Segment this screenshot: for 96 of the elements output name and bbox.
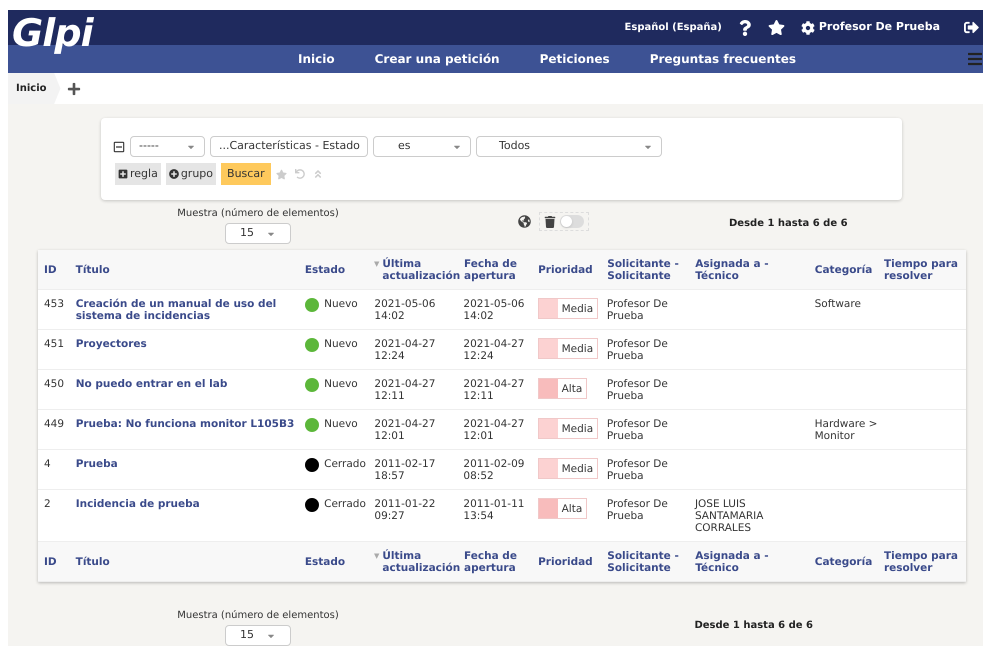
ticket-link[interactable]: Incidencia de prueba [76, 498, 302, 510]
column-header[interactable]: Título [76, 264, 110, 276]
status-text: Nuevo [324, 298, 358, 310]
link-select[interactable]: ----- [130, 136, 205, 157]
priority-label: Media [560, 302, 594, 316]
table-cell: 2011-02-17 18:57 [374, 458, 436, 482]
table-cell: 451 [44, 338, 64, 350]
breadcrumb-item[interactable]: Inicio [8, 73, 60, 104]
column-header[interactable]: Prioridad [538, 556, 593, 568]
table-cell: 2011-01-22 09:27 [374, 498, 436, 522]
operator-select[interactable]: es [373, 136, 471, 157]
page-size-label: Muestra (número de elementos) [177, 609, 339, 623]
column-header[interactable]: Solicitante - Solicitante [607, 258, 692, 282]
add-button[interactable]: regla [115, 163, 161, 185]
table-cell: 2021-04-27 12:01 [374, 418, 436, 442]
column-header[interactable]: Estado [304, 264, 346, 276]
toggle-switch[interactable] [560, 215, 584, 228]
table-cell: 2021-04-27 12:11 [463, 378, 524, 402]
table-cell: JOSE LUIS SANTAMARIA CORRALES [694, 498, 764, 534]
ticket-link[interactable]: Proyectores [76, 338, 302, 350]
star-icon[interactable] [768, 19, 785, 36]
column-header[interactable]: Estado [304, 556, 346, 568]
trash-icon[interactable] [544, 216, 556, 228]
table-cell: 2 [44, 498, 51, 510]
nav-item[interactable]: Preguntas frecuentes [630, 50, 816, 68]
table-cell: Profesor De Prueba [606, 338, 668, 362]
table-cell: 2021-05-06 14:02 [374, 298, 436, 322]
priority-label: Alta [560, 502, 584, 516]
settings-icon[interactable] [800, 20, 815, 34]
column-header[interactable]: Categoría [814, 556, 872, 568]
page-size-label: Muestra (número de elementos) [177, 207, 339, 221]
column-header[interactable]: Tiempo para resolver [884, 550, 960, 574]
field-select[interactable]: ...Características - Estado [210, 136, 368, 157]
page-size-select[interactable]: 15 [225, 625, 291, 646]
table-cell: Software [814, 298, 861, 310]
column-header[interactable]: Título [76, 556, 110, 568]
search-button[interactable]: Buscar [221, 163, 271, 185]
table-cell: Profesor De Prueba [606, 498, 668, 522]
column-header[interactable]: Última actualización [382, 258, 460, 282]
globe-icon[interactable] [518, 215, 531, 228]
status-text: Cerrado [324, 498, 366, 510]
column-header[interactable]: Categoría [814, 264, 872, 276]
add-icon[interactable] [66, 82, 80, 96]
table-cell: 2021-04-27 12:01 [463, 418, 524, 442]
collapse-icon[interactable] [113, 140, 125, 152]
table-cell: Profesor De Prueba [606, 298, 668, 322]
table-cell: 2021-04-27 12:24 [463, 338, 524, 362]
ticket-link[interactable]: Creación de un manual de uso del sistema de incidencias [76, 298, 302, 322]
status-text: Nuevo [324, 418, 358, 430]
table-cell: 2011-01-11 13:54 [463, 498, 524, 522]
range-text: Desde 1 hasta 6 de 6 [694, 619, 813, 633]
column-header[interactable]: Prioridad [538, 264, 593, 276]
priority-label: Media [560, 462, 594, 476]
table-cell: 4 [44, 458, 51, 470]
table-cell: 2021-04-27 12:24 [374, 338, 436, 362]
ticket-link[interactable]: No puedo entrar en el lab [76, 378, 302, 390]
table-cell: 453 [44, 298, 64, 310]
column-header[interactable]: Fecha de apertura [464, 258, 534, 282]
range-text: Desde 1 hasta 6 de 6 [729, 217, 848, 231]
priority-label: Media [560, 422, 594, 436]
column-header[interactable]: Solicitante - Solicitante [607, 550, 692, 574]
column-header[interactable]: Última actualización [382, 550, 460, 574]
table-cell: 2021-05-06 14:02 [463, 298, 524, 322]
page-size-select[interactable]: 15 [225, 223, 291, 244]
logout-icon[interactable] [964, 20, 979, 35]
nav-item[interactable]: Inicio [278, 50, 355, 68]
nav-item[interactable]: Crear una petición [354, 50, 520, 68]
column-header[interactable]: Fecha de apertura [464, 550, 534, 574]
priority-label: Alta [560, 382, 584, 396]
table-cell: Hardware > Monitor [814, 418, 878, 442]
ticket-link[interactable]: Prueba: No funciona monitor L105B3 [76, 418, 302, 430]
logo[interactable]: Glpi [12, 12, 93, 54]
table-cell: Profesor De Prueba [606, 378, 668, 402]
status-text: Nuevo [324, 378, 358, 390]
status-text: Cerrado [324, 458, 366, 470]
table-cell: 449 [44, 418, 64, 430]
help-icon[interactable] [738, 20, 752, 36]
table-cell: 450 [44, 378, 64, 390]
column-header[interactable]: Tiempo para resolver [884, 258, 960, 282]
nav-item[interactable]: Peticiones [520, 50, 630, 68]
language-link[interactable]: Español (España) [624, 20, 722, 35]
table-cell: 2021-04-27 12:11 [374, 378, 436, 402]
star-icon[interactable] [276, 168, 287, 180]
column-header[interactable]: ID [44, 264, 57, 276]
ticket-link[interactable]: Prueba [76, 458, 302, 470]
user-link[interactable]: Profesor De Prueba [818, 19, 940, 36]
table-cell: Profesor De Prueba [606, 418, 668, 442]
table-cell: Profesor De Prueba [606, 458, 668, 482]
column-header[interactable]: Asignada a - Técnico [695, 258, 811, 282]
column-header[interactable]: ID [44, 556, 57, 568]
add-button[interactable]: grupo [166, 163, 216, 185]
column-header[interactable]: Asignada a - Técnico [695, 550, 811, 574]
priority-label: Media [560, 342, 594, 356]
table-cell: 2011-02-09 08:52 [463, 458, 524, 482]
status-text: Nuevo [324, 338, 358, 350]
value-select[interactable]: Todos [476, 136, 662, 157]
